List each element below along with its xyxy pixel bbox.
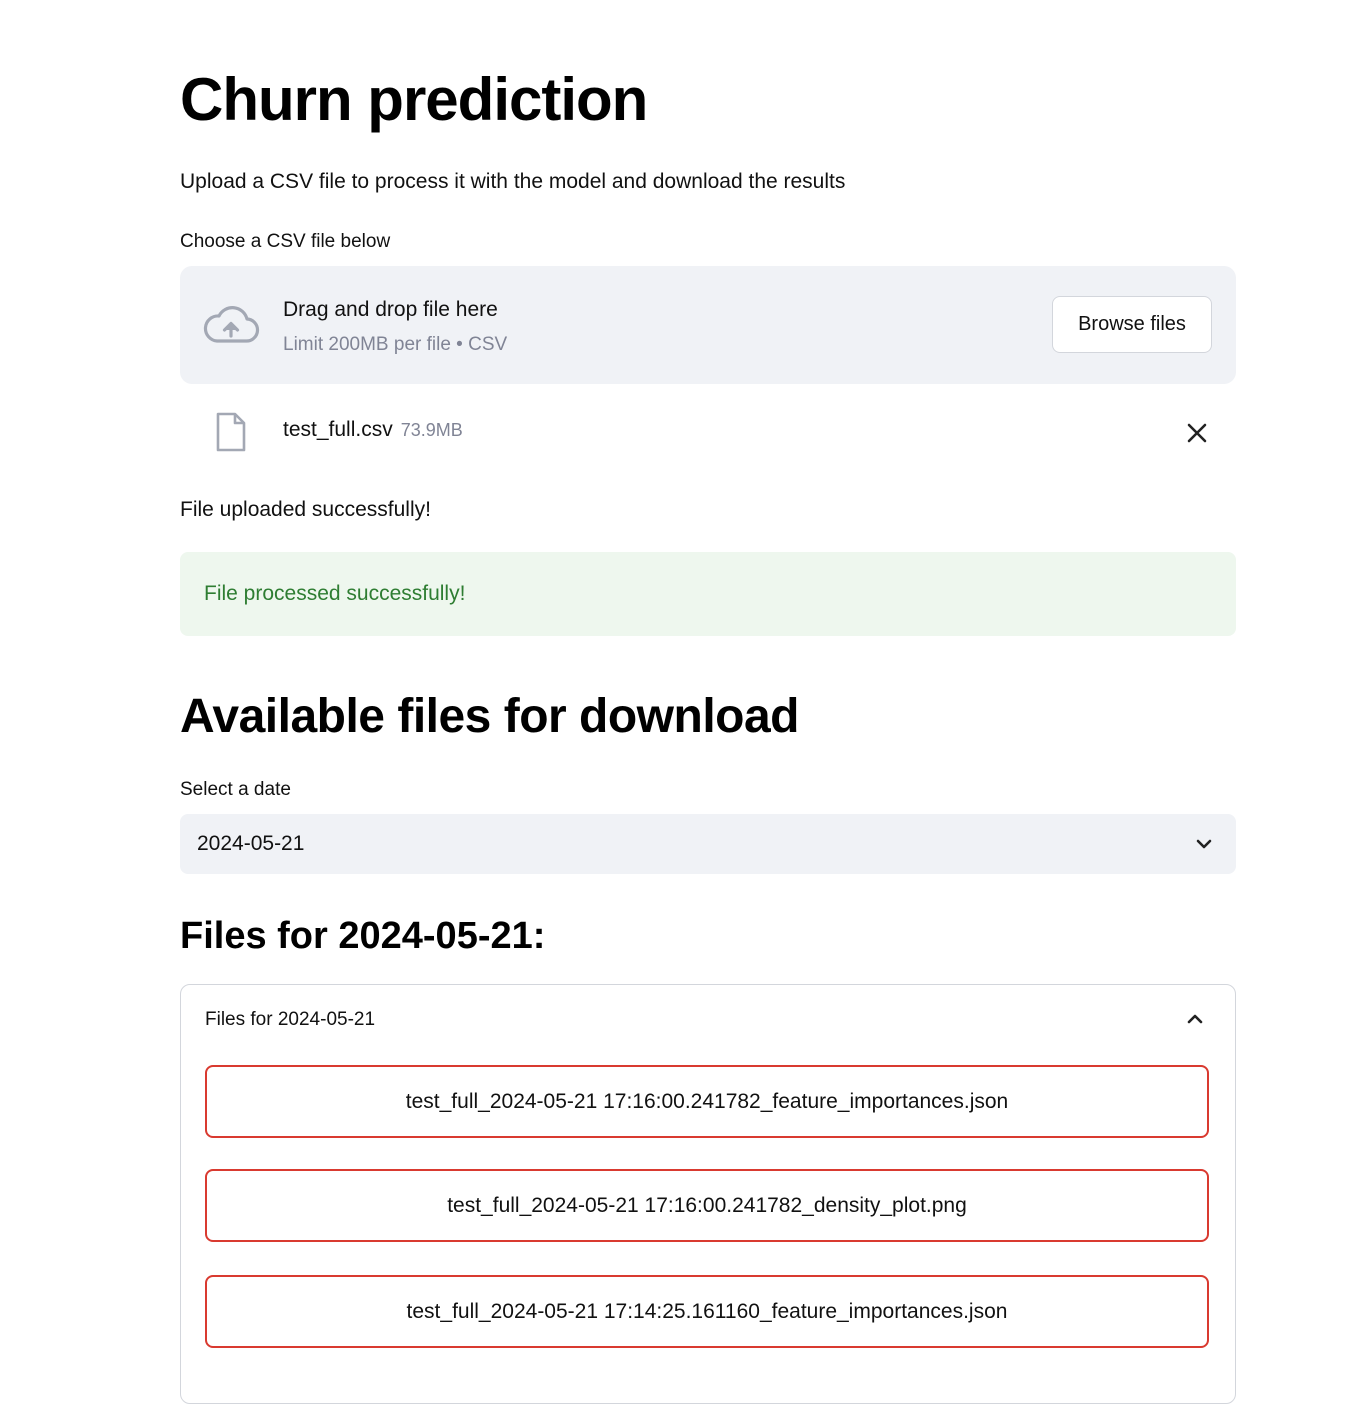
files-expander: Files for 2024-05-21 test_full_2024-05-2… — [180, 984, 1236, 1404]
file-dropzone[interactable]: Drag and drop file here Limit 200MB per … — [180, 266, 1236, 384]
date-select-value: 2024-05-21 — [197, 832, 305, 855]
dropzone-title: Drag and drop file here — [283, 298, 498, 321]
dropzone-limit: Limit 200MB per file • CSV — [283, 334, 508, 355]
date-select-label: Select a date — [180, 779, 291, 800]
page-title: Churn prediction — [180, 66, 648, 133]
uploaded-file-info: test_full.csv 73.9MB — [283, 414, 463, 446]
cloud-upload-icon — [203, 306, 260, 343]
remove-file-button[interactable] — [1180, 416, 1214, 450]
chevron-up-icon — [1187, 1014, 1203, 1024]
browse-files-button[interactable]: Browse files — [1052, 296, 1212, 353]
files-for-date-heading: Files for 2024-05-21: — [180, 915, 546, 957]
download-file-button[interactable]: test_full_2024-05-21 17:16:00.241782_den… — [205, 1169, 1209, 1242]
uploaded-file-name: test_full.csv — [283, 418, 393, 441]
file-icon — [216, 412, 246, 452]
page-subtitle: Upload a CSV file to process it with the… — [180, 170, 846, 193]
download-file-button[interactable]: test_full_2024-05-21 17:16:00.241782_fea… — [205, 1065, 1209, 1138]
files-expander-header[interactable]: Files for 2024-05-21 — [181, 985, 1234, 1055]
success-alert: File processed successfully! — [180, 552, 1236, 636]
uploaded-file-size: 73.9MB — [400, 420, 463, 440]
downloads-heading: Available files for download — [180, 690, 800, 743]
close-icon — [1187, 423, 1207, 443]
download-file-button[interactable]: test_full_2024-05-21 17:14:25.161160_fea… — [205, 1275, 1209, 1348]
upload-status-text: File uploaded successfully! — [180, 498, 431, 521]
uploaded-file-row: test_full.csv 73.9MB — [180, 400, 1236, 462]
date-select[interactable]: 2024-05-21 — [180, 814, 1236, 874]
files-expander-title: Files for 2024-05-21 — [205, 1009, 376, 1030]
success-alert-text: File processed successfully! — [204, 582, 466, 605]
chevron-down-icon — [1196, 839, 1212, 849]
uploader-label: Choose a CSV file below — [180, 231, 391, 252]
